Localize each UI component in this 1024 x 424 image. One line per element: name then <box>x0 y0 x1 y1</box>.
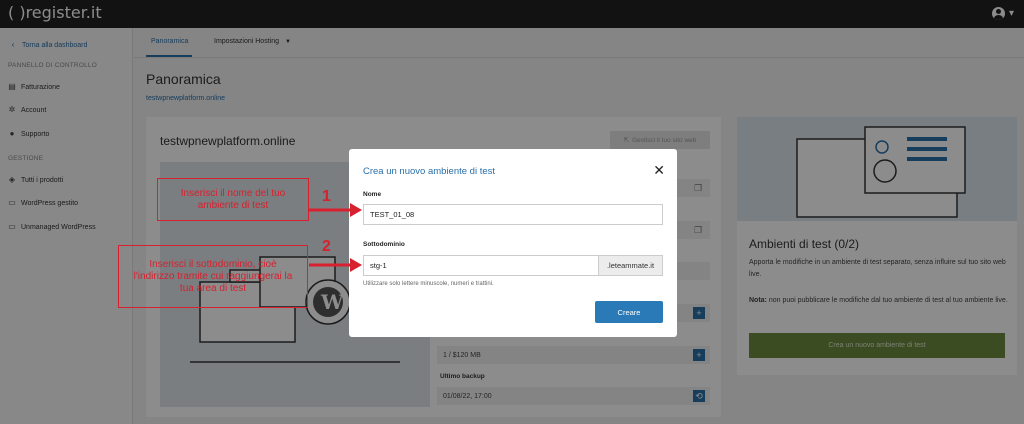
arrow-2-head <box>350 258 362 272</box>
arrow-1-head <box>350 203 362 217</box>
annotation-arrows <box>309 203 362 272</box>
